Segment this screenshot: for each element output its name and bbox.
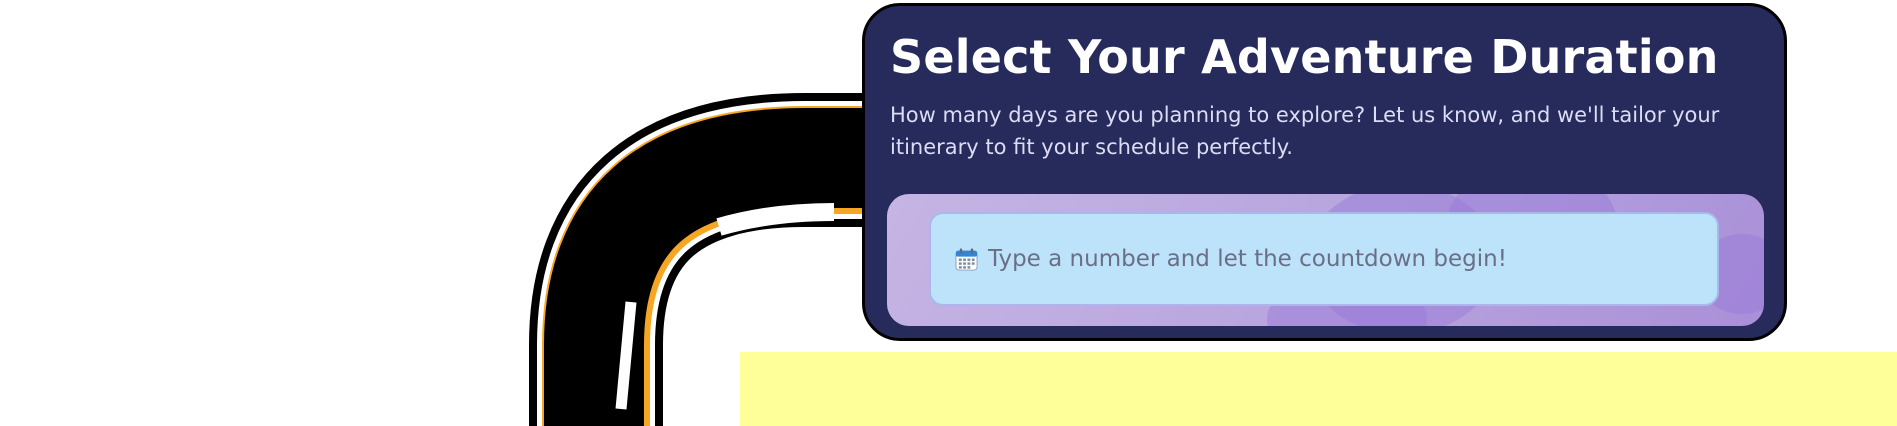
input-panel: Type a number and let the countdown begi… (887, 194, 1764, 326)
duration-card: Select Your Adventure Duration How many … (862, 3, 1787, 341)
duration-input[interactable]: Type a number and let the countdown begi… (929, 212, 1719, 306)
road-surface (544, 108, 880, 426)
card-subtitle: How many days are you planning to explor… (890, 103, 1720, 159)
card-title: Select Your Adventure Duration (890, 30, 1719, 84)
calendar-icon (955, 247, 978, 271)
duration-input-placeholder: Type a number and let the countdown begi… (988, 246, 1507, 272)
